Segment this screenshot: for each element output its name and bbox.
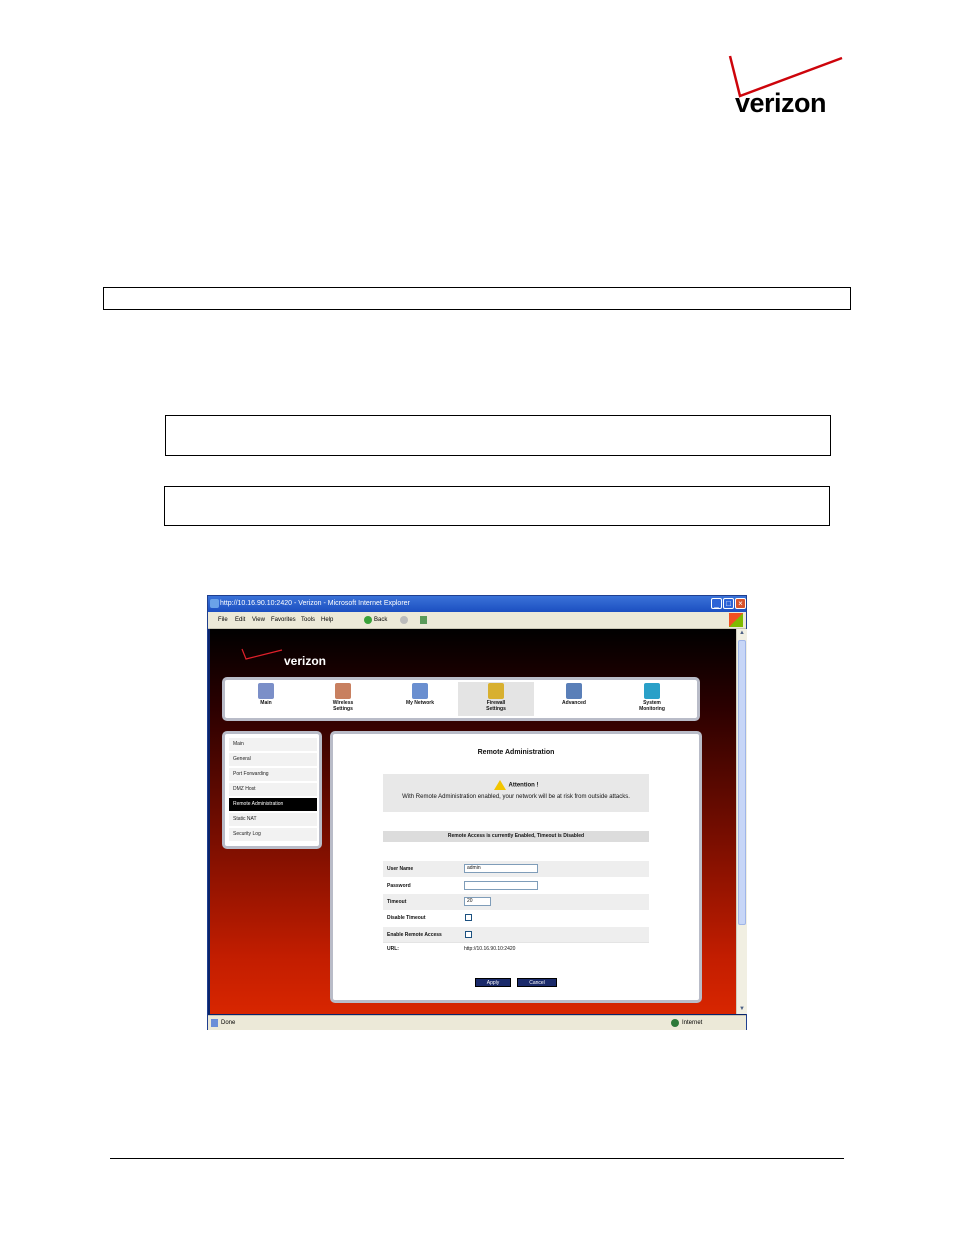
side-item-port-forwarding[interactable]: Port Forwarding (229, 768, 317, 781)
menu-tools[interactable]: Tools (301, 612, 315, 628)
timeout-row: Timeout 20 (383, 894, 649, 910)
side-item-static-nat[interactable]: Static NAT (229, 813, 317, 826)
router-logo-text: verizon (284, 654, 327, 668)
status-zone: Internet (682, 1020, 703, 1026)
disable-timeout-label: Disable Timeout (387, 915, 426, 921)
attention-box: Attention ! With Remote Administration e… (383, 774, 649, 812)
remote-access-status: Remote Access is currently Enabled, Time… (383, 831, 649, 842)
nav-firewall-settings[interactable]: Firewall Settings (458, 682, 534, 716)
side-item-main[interactable]: Main (229, 738, 317, 751)
nav-my-network[interactable]: My Network (382, 682, 458, 716)
browser-status-bar: Done Internet (208, 1015, 746, 1030)
verizon-logo-text: verizon (735, 88, 827, 118)
timeout-input[interactable]: 20 (464, 897, 491, 906)
password-input[interactable] (464, 881, 538, 890)
side-item-remote-administration[interactable]: Remote Administration (229, 798, 317, 811)
timeout-label: Timeout (387, 899, 407, 905)
scroll-thumb[interactable] (738, 640, 746, 925)
main-icon (258, 683, 274, 699)
nav-advanced[interactable]: Advanced (536, 682, 612, 716)
user-name-label: User Name (387, 866, 414, 872)
globe-icon (671, 1019, 679, 1027)
menu-file[interactable]: File (218, 612, 228, 628)
router-logo-checkmark-icon (241, 648, 283, 660)
nav-label: Wireless Settings (332, 700, 354, 712)
browser-title-bar: http://10.16.90.10:2420 - Verizon - Micr… (208, 596, 746, 612)
side-item-general[interactable]: General (229, 753, 317, 766)
nav-label: Advanced (562, 700, 586, 706)
user-name-input[interactable]: admin (464, 864, 538, 873)
nav-label: Main (260, 700, 272, 706)
attention-head-text: Attention ! (508, 782, 539, 789)
footer-rule (110, 1158, 844, 1159)
apply-button[interactable]: Apply (475, 978, 511, 987)
menu-edit[interactable]: Edit (235, 612, 245, 628)
status-done: Done (221, 1020, 236, 1026)
refresh-icon[interactable] (420, 616, 427, 624)
menu-help[interactable]: Help (321, 612, 333, 628)
url-value: http://10.16.90.10:2420 (464, 946, 516, 952)
disable-timeout-row: Disable Timeout (383, 910, 649, 926)
network-icon (412, 683, 428, 699)
document-note-box-2 (164, 486, 830, 526)
user-name-row: User Name admin (383, 861, 649, 877)
nav-label: My Network (405, 700, 435, 706)
panel-title: Remote Administration (477, 749, 555, 756)
attention-body: With Remote Administration enabled, your… (402, 794, 630, 800)
enable-remote-access-checkbox[interactable] (465, 931, 472, 938)
back-arrow-icon[interactable] (364, 616, 372, 624)
password-label: Password (387, 883, 411, 889)
close-icon[interactable]: × (735, 598, 746, 609)
router-page: verizon Main Wireless Settings My Networ… (210, 629, 736, 1014)
browser-window-screenshot: http://10.16.90.10:2420 - Verizon - Micr… (207, 595, 747, 1030)
wireless-icon (335, 683, 351, 699)
side-item-security-log[interactable]: Security Log (229, 828, 317, 841)
nav-label: Firewall Settings (486, 700, 506, 712)
password-row: Password (383, 878, 649, 894)
scroll-down-icon[interactable]: ▼ (737, 1005, 747, 1014)
document-note-box-1 (165, 415, 831, 456)
browser-scrollbar[interactable]: ▲ ▼ (736, 629, 747, 1014)
menu-view[interactable]: View (252, 612, 265, 628)
url-label: URL: (387, 946, 399, 952)
remote-admin-panel: Remote Administration Attention ! With R… (330, 731, 702, 1003)
browser-title: http://10.16.90.10:2420 - Verizon - Micr… (220, 600, 410, 607)
side-item-dmz-host[interactable]: DMZ Host (229, 783, 317, 796)
nav-system-monitoring[interactable]: System Monitoring (614, 682, 690, 716)
nav-label: System Monitoring (639, 700, 665, 712)
disable-timeout-checkbox[interactable] (465, 914, 472, 921)
ie-icon (210, 599, 219, 608)
minimize-icon[interactable]: _ (711, 598, 722, 609)
firewall-icon (488, 683, 504, 699)
monitor-icon (644, 683, 660, 699)
nav-main[interactable]: Main (228, 682, 304, 716)
nav-wireless-settings[interactable]: Wireless Settings (305, 682, 381, 716)
forward-arrow-icon[interactable] (400, 616, 408, 624)
enable-remote-access-row: Enable Remote Access (383, 927, 649, 943)
enable-remote-access-label: Enable Remote Access (387, 932, 442, 938)
scroll-up-icon[interactable]: ▲ (737, 629, 747, 638)
warning-icon (493, 780, 506, 790)
url-row: URL: http://10.16.90.10:2420 (383, 942, 649, 955)
menu-favorites[interactable]: Favorites (271, 612, 296, 628)
browser-menu-bar: File Edit View Favorites Tools Help Back (208, 612, 746, 629)
windows-logo-icon (729, 613, 743, 627)
cancel-button[interactable]: Cancel (517, 978, 557, 987)
page-icon (211, 1019, 218, 1027)
document-heading-box (103, 287, 851, 310)
maximize-icon[interactable]: □ (723, 598, 734, 609)
back-button[interactable]: Back (374, 612, 387, 628)
router-top-nav: Main Wireless Settings My Network Firewa… (222, 677, 700, 721)
advanced-icon (566, 683, 582, 699)
attention-heading: Attention ! (383, 780, 649, 790)
firewall-side-nav: Main General Port Forwarding DMZ Host Re… (222, 731, 322, 849)
